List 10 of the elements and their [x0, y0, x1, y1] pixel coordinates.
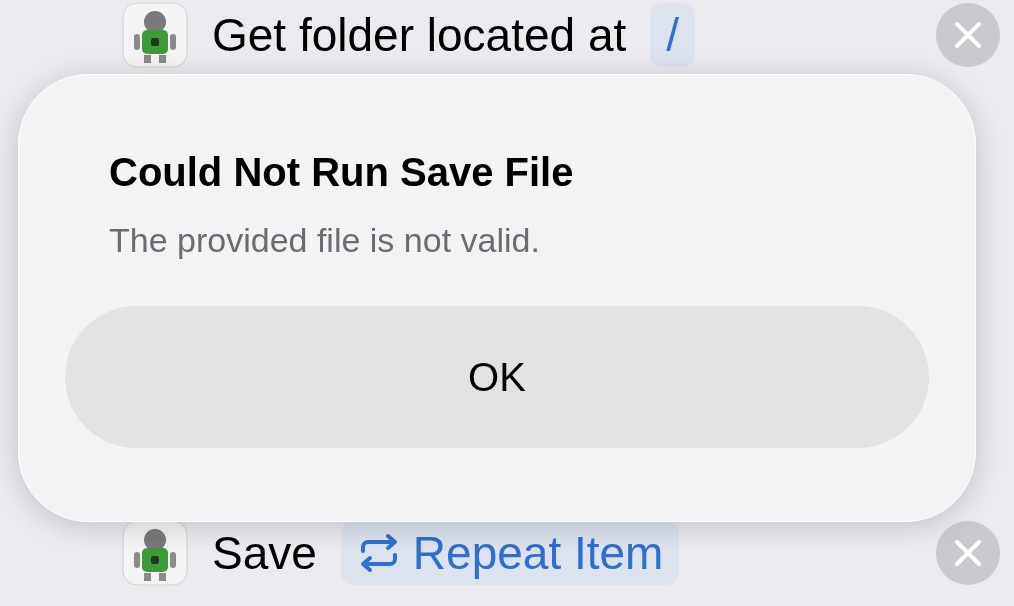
close-icon — [954, 539, 982, 567]
ok-button[interactable]: OK — [65, 305, 929, 448]
alert-title: Could Not Run Save File — [108, 149, 575, 196]
action-label: Save — [212, 526, 317, 580]
alert-message: The provided file is not valid. — [108, 220, 541, 261]
variable-token[interactable]: / — [650, 3, 696, 67]
action-label: Get folder located at — [212, 8, 627, 62]
token-label: / — [666, 12, 680, 58]
close-icon — [954, 21, 982, 49]
variable-token[interactable]: Repeat Item — [340, 521, 680, 585]
